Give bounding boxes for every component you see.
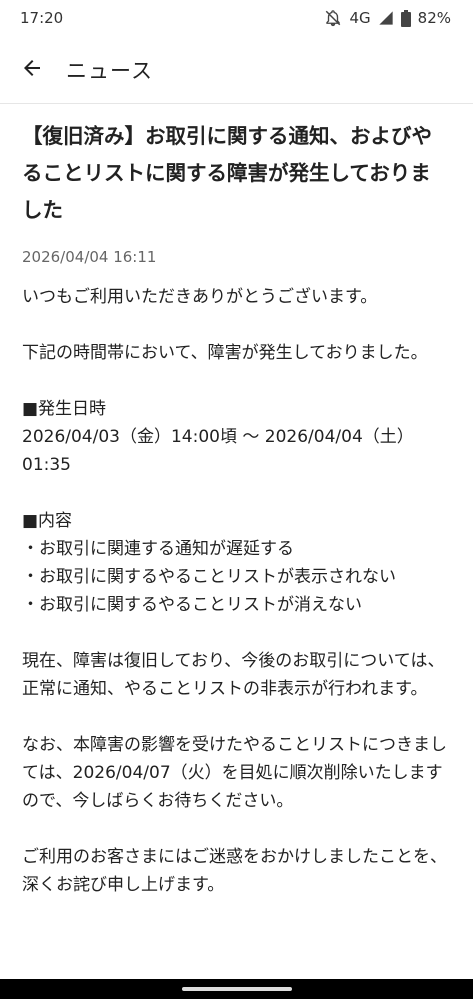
network-type: 4G bbox=[349, 9, 371, 27]
battery-level: 82% bbox=[417, 9, 451, 27]
signal-icon bbox=[378, 10, 394, 26]
article-body: いつもご利用いただきありがとうございます。 下記の時間帯において、障害が発生して… bbox=[22, 287, 447, 895]
status-bar: 17:20 4G 82% bbox=[0, 0, 473, 36]
app-bar: ニュース bbox=[0, 36, 473, 104]
article-date: 2026/04/04 16:11 bbox=[22, 248, 157, 266]
back-button[interactable] bbox=[0, 36, 66, 104]
article-scroll-area[interactable]: 【復旧済み】お取引に関する通知、およびやることリストに関する障害が発生しておりま… bbox=[0, 104, 473, 979]
page-title: ニュース bbox=[66, 58, 153, 83]
system-navigation-bar bbox=[0, 979, 473, 999]
battery-icon bbox=[400, 9, 411, 27]
status-time: 17:20 bbox=[20, 9, 64, 27]
screen: 17:20 4G 82% ニュース 【復旧済み】お取引に関する通知、およびやるこ… bbox=[0, 0, 473, 999]
article-title: 【復旧済み】お取引に関する通知、およびやることリストに関する障害が発生しておりま… bbox=[22, 124, 432, 222]
home-gesture-handle[interactable] bbox=[181, 987, 292, 991]
arrow-left-icon bbox=[20, 56, 44, 84]
status-icons: 4G 82% bbox=[324, 9, 451, 27]
bell-off-icon bbox=[324, 9, 342, 27]
